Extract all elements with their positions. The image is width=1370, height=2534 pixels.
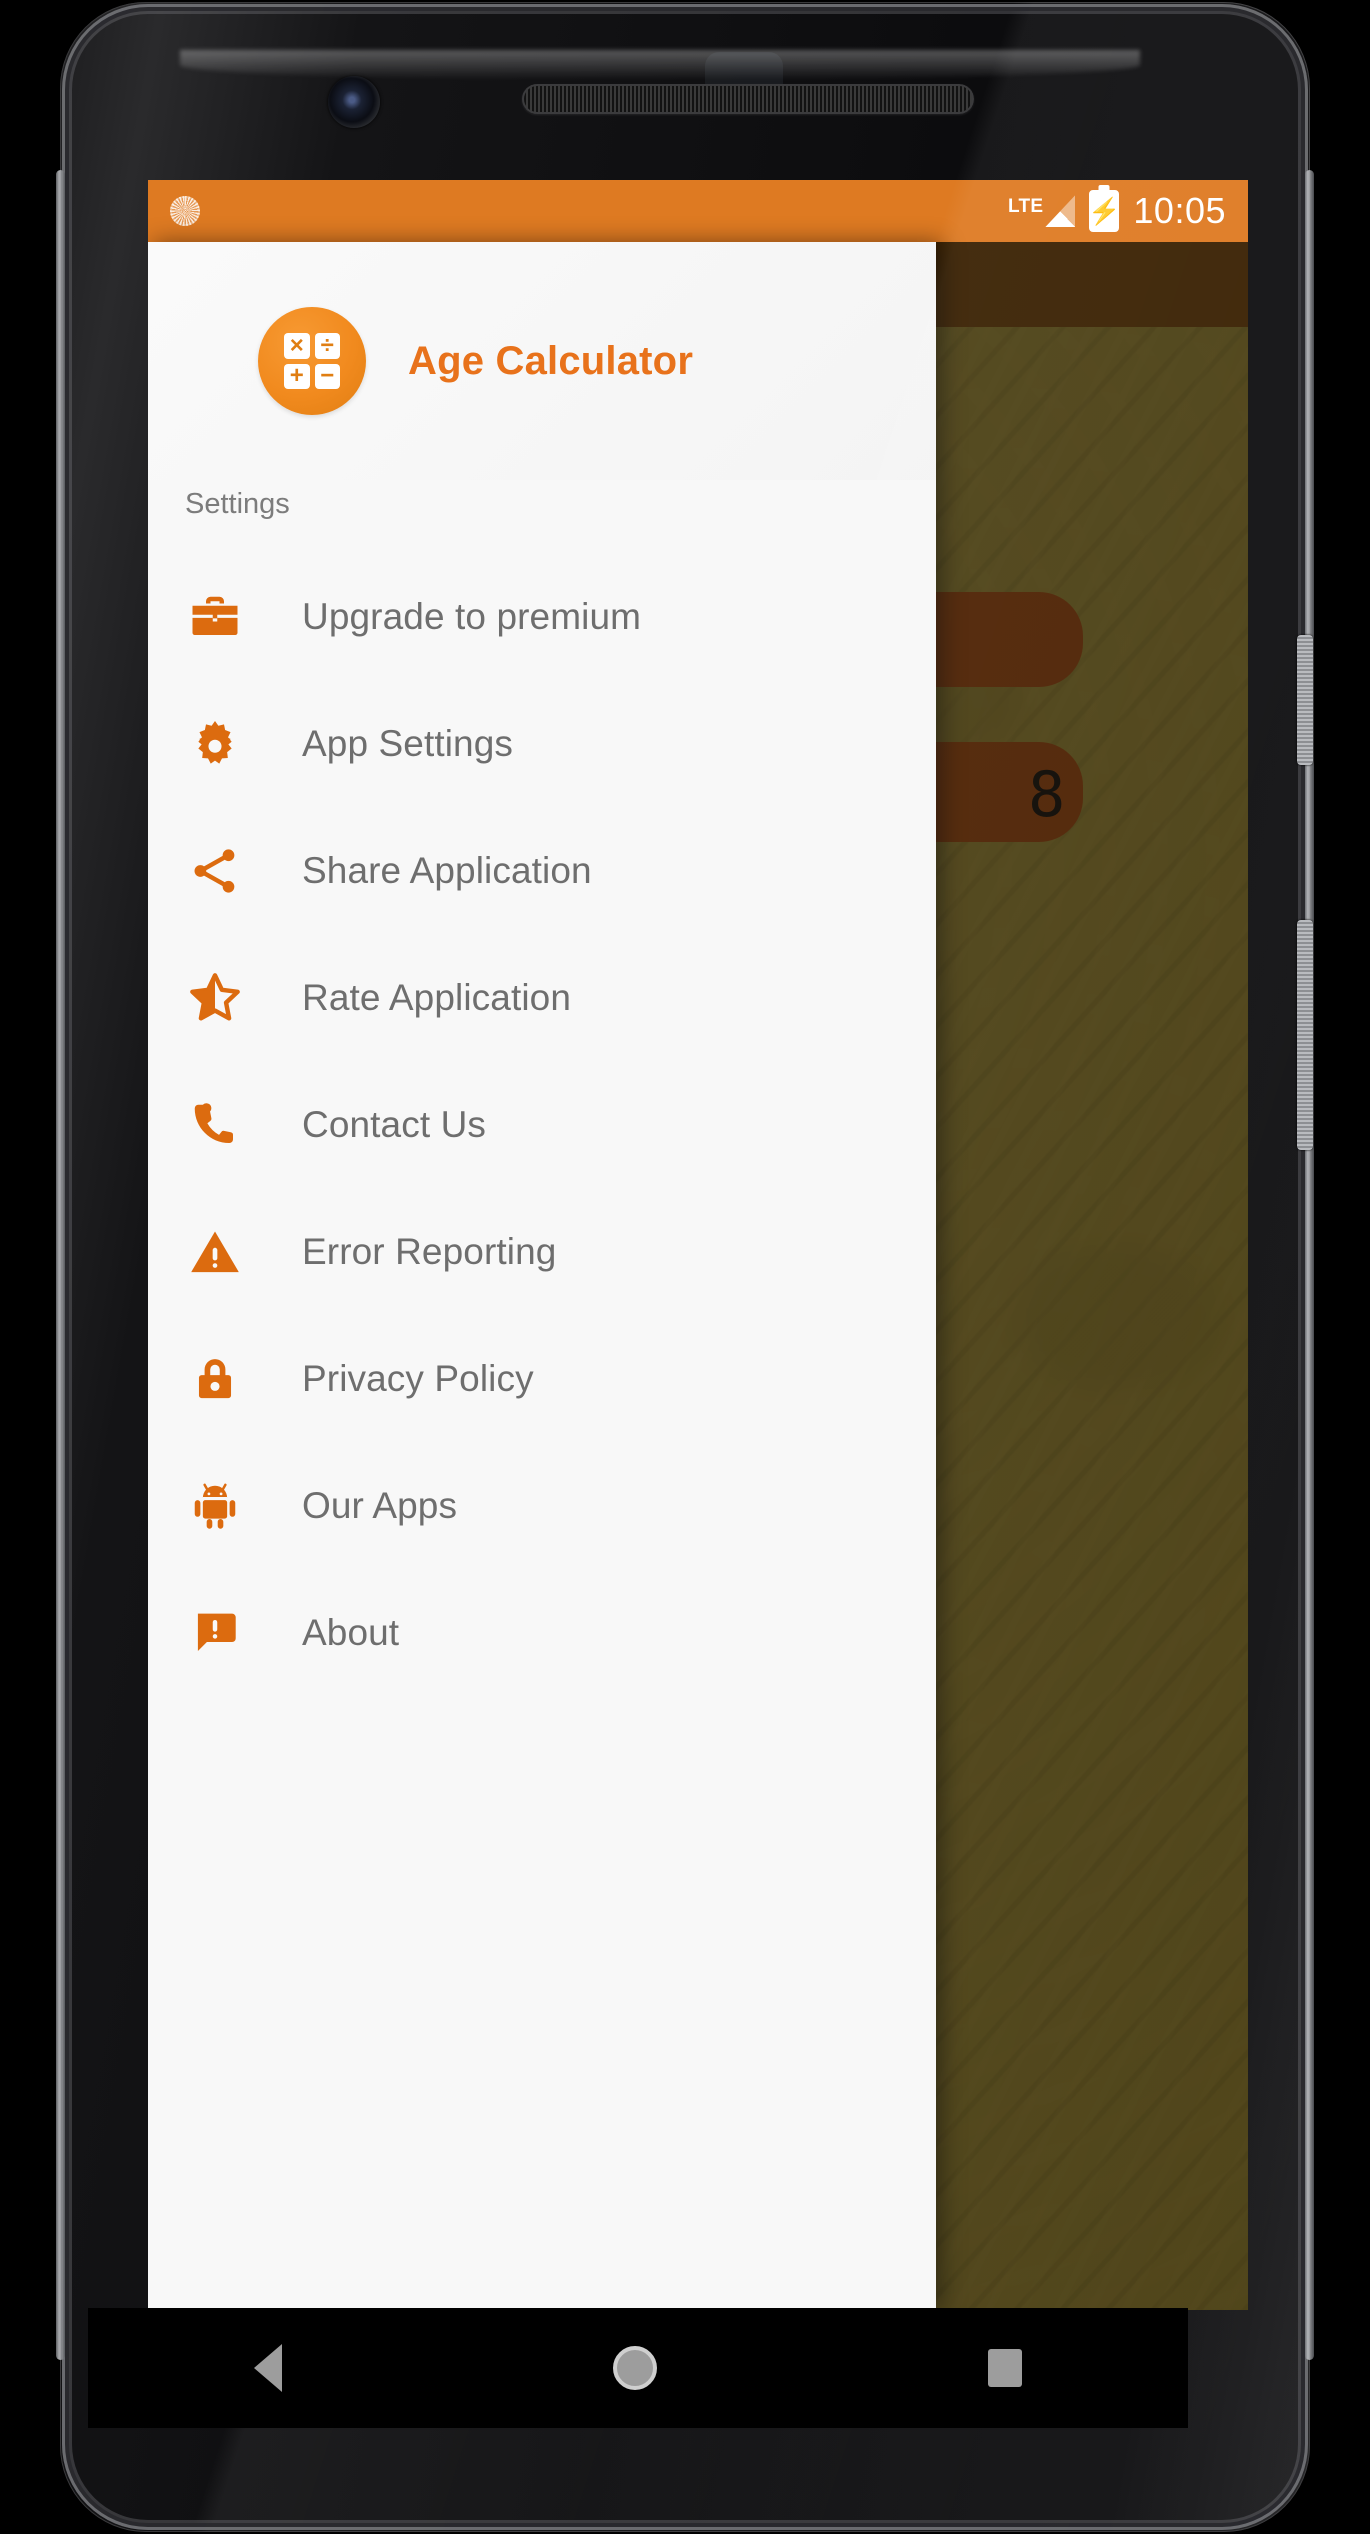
phone-right-rail: [1305, 170, 1314, 2360]
signal-bars-icon: LTE: [1008, 195, 1076, 227]
drawer-item-app-settings[interactable]: App Settings: [148, 680, 936, 807]
phone-device-body: 8 LTE ⚡ 10:05 × ÷ + − Age Calculator Set…: [60, 2, 1310, 2532]
home-circle-icon[interactable]: [612, 2346, 657, 2390]
status-bar-clock: 10:05: [1133, 190, 1226, 231]
screenshot-stage: 8 LTE ⚡ 10:05 × ÷ + − Age Calculator Set…: [0, 0, 1370, 2534]
drawer-item-label: App Settings: [302, 722, 514, 764]
drawer-item-upgrade-to-premium[interactable]: Upgrade to premium: [148, 553, 936, 680]
phone-screen: 8 LTE ⚡ 10:05 × ÷ + − Age Calculator Set…: [148, 180, 1248, 2310]
power-button[interactable]: [1297, 635, 1313, 765]
drawer-header: × ÷ + − Age Calculator: [148, 242, 936, 480]
drawer-section-label: Settings: [185, 488, 290, 520]
status-bar-left: [170, 196, 1008, 226]
charging-bolt-icon: ⚡: [1088, 196, 1121, 226]
sync-icon: [170, 196, 200, 226]
drawer-item-error-reporting[interactable]: Error Reporting: [148, 1188, 936, 1315]
drawer-item-label: Rate Application: [302, 976, 572, 1018]
phone-icon: [185, 1095, 245, 1155]
drawer-item-label: Share Application: [302, 849, 592, 891]
briefcase-icon: [185, 587, 245, 647]
logo-key-multiply: ×: [284, 333, 310, 359]
app-title: Age Calculator: [408, 338, 694, 383]
warning-triangle-icon: [185, 1222, 245, 1282]
star-half-icon: [185, 968, 245, 1028]
earpiece-speaker-icon: [522, 84, 974, 114]
signal-strength-icon: [1045, 195, 1076, 227]
drawer-item-our-apps[interactable]: Our Apps: [148, 1442, 936, 1569]
announcement-icon: [185, 1603, 245, 1663]
drawer-item-label: About: [302, 1611, 400, 1653]
logo-key-plus: +: [284, 363, 310, 389]
front-camera-icon: [328, 76, 380, 128]
drawer-item-about[interactable]: About: [148, 1569, 936, 1696]
gear-icon: [185, 714, 245, 774]
android-navigation-bar: [88, 2308, 1188, 2428]
recents-square-icon[interactable]: [988, 2349, 1023, 2387]
navigation-drawer[interactable]: × ÷ + − Age Calculator Settings Upgrade …: [148, 242, 936, 2310]
drawer-item-privacy-policy[interactable]: Privacy Policy: [148, 1315, 936, 1442]
drawer-item-label: Privacy Policy: [302, 1357, 534, 1399]
drawer-item-rate-application[interactable]: Rate Application: [148, 934, 936, 1061]
drawer-item-label: Contact Us: [302, 1103, 487, 1145]
battery-charging-icon: ⚡: [1088, 190, 1121, 232]
volume-rocker-button[interactable]: [1297, 920, 1313, 1150]
drawer-item-label: Error Reporting: [302, 1230, 557, 1272]
glass-sheen: [180, 50, 1140, 80]
calculator-logo-icon: × ÷ + −: [258, 307, 366, 415]
phone-left-rail: [56, 170, 65, 2360]
drawer-item-contact-us[interactable]: Contact Us: [148, 1061, 936, 1188]
network-type-label: LTE: [1008, 196, 1044, 217]
share-icon: [185, 841, 245, 901]
drawer-item-label: Our Apps: [302, 1484, 458, 1526]
drawer-menu-list: Upgrade to premium App Settings Share Ap…: [148, 553, 936, 1696]
status-bar: LTE ⚡ 10:05: [148, 180, 1248, 242]
logo-key-minus: −: [314, 363, 340, 389]
android-robot-icon: [185, 1476, 245, 1536]
back-triangle-icon[interactable]: [253, 2344, 282, 2392]
logo-key-divide: ÷: [314, 333, 340, 359]
drawer-item-share-application[interactable]: Share Application: [148, 807, 936, 934]
status-bar-right: LTE ⚡ 10:05: [1008, 190, 1226, 232]
drawer-item-label: Upgrade to premium: [302, 595, 642, 637]
lock-icon: [185, 1349, 245, 1409]
